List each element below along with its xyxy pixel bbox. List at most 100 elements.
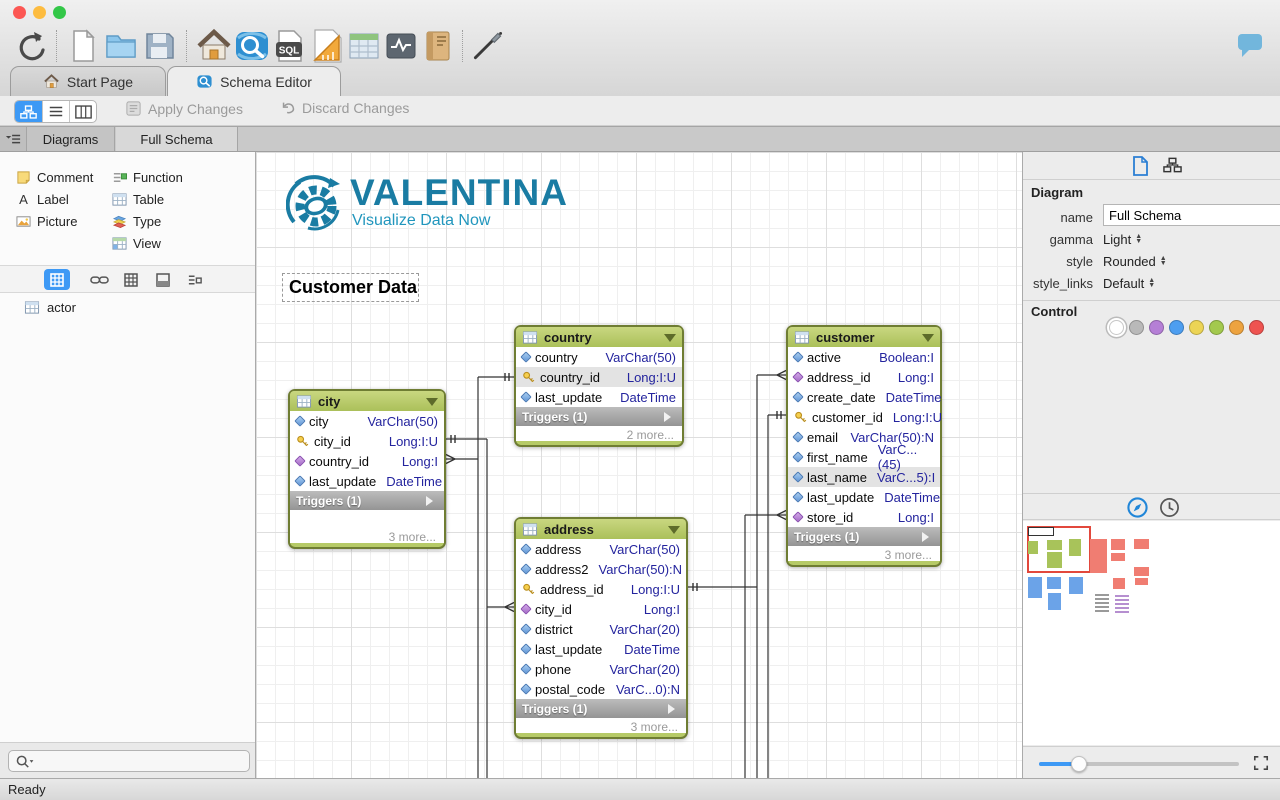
brush-icon[interactable] — [470, 28, 506, 64]
more-fields-link[interactable]: 3 more... — [516, 718, 686, 734]
diagram-name-input[interactable] — [1103, 204, 1280, 226]
collapse-caret-icon[interactable] — [922, 333, 934, 348]
field-row-create_date[interactable]: create_date DateTime — [788, 387, 942, 407]
links-filter-icon[interactable] — [86, 269, 112, 290]
table-header[interactable]: country — [516, 327, 682, 347]
tab-schema-editor[interactable]: Schema Editor — [167, 66, 341, 96]
palette-item-table[interactable]: Table — [112, 190, 164, 208]
undo-icon[interactable] — [14, 28, 50, 64]
palette-item-picture[interactable]: Picture — [16, 212, 77, 230]
diagram-table-city[interactable]: city city VarChar(50) city_id Long:I:U countr… — [288, 389, 446, 549]
diagram-table-country[interactable]: country country VarChar(50) country_id Long:… — [514, 325, 684, 447]
color-swatch-2[interactable] — [1149, 320, 1164, 335]
tab-diagrams[interactable]: Diagrams — [27, 127, 115, 151]
column-view-button[interactable] — [69, 101, 96, 122]
field-row-country[interactable]: country VarChar(50) — [516, 347, 682, 367]
tree-item-actor[interactable]: actor — [24, 300, 76, 315]
server-monitor-icon[interactable] — [383, 28, 419, 64]
color-swatch-7[interactable] — [1249, 320, 1264, 335]
style-links-dropdown[interactable]: Default ▲ ▼ — [1103, 276, 1155, 291]
field-row-city[interactable]: city VarChar(50) — [290, 411, 444, 431]
palette-item-comment[interactable]: Comment — [16, 168, 93, 186]
field-row-first_name[interactable]: first_name VarC...(45) — [788, 442, 940, 472]
field-row-store_id[interactable]: store_id Long:I — [788, 507, 940, 527]
clock-icon[interactable] — [1159, 497, 1180, 521]
field-row-last_update[interactable]: last_update DateTime — [788, 487, 940, 507]
home-icon[interactable] — [196, 28, 232, 64]
tab-start-page[interactable]: Start Page — [10, 66, 166, 96]
diagram-table-address[interactable]: address address VarChar(50) address2 VarChar… — [514, 517, 688, 739]
color-swatch-3[interactable] — [1169, 320, 1184, 335]
diagram-canvas[interactable]: VALENTINA Visualize Data Now Customer Da… — [256, 152, 1022, 778]
list-filter-icon[interactable] — [182, 269, 208, 290]
field-row-last_update[interactable]: last_update DateTime — [516, 387, 682, 407]
field-row-address_id[interactable]: address_id Long:I:U — [516, 579, 686, 599]
collapse-caret-icon[interactable] — [664, 333, 676, 348]
compass-icon[interactable] — [1127, 497, 1148, 521]
save-icon[interactable] — [141, 28, 177, 64]
field-row-city_id[interactable]: city_id Long:I:U — [290, 431, 444, 451]
chat-bubble-icon[interactable] — [1238, 34, 1262, 57]
palette-item-view[interactable]: View — [112, 234, 161, 252]
fit-to-window-icon[interactable] — [1253, 755, 1269, 774]
collapse-caret-icon[interactable] — [426, 397, 438, 412]
palette-item-type[interactable]: Type — [112, 212, 161, 230]
style-dropdown[interactable]: Rounded ▲ ▼ — [1103, 254, 1167, 269]
color-swatch-4[interactable] — [1189, 320, 1204, 335]
document-properties-icon[interactable] — [1131, 156, 1149, 179]
open-folder-icon[interactable] — [103, 28, 139, 64]
color-swatch-6[interactable] — [1229, 320, 1244, 335]
field-row-phone[interactable]: phone VarChar(20) — [516, 659, 686, 679]
hierarchy-icon[interactable] — [1163, 157, 1182, 176]
field-row-country_id[interactable]: country_id Long:I:U — [516, 367, 682, 387]
collapse-caret-icon[interactable] — [668, 525, 680, 540]
sql-editor-icon[interactable]: SQL — [272, 28, 308, 64]
zoom-window-button[interactable] — [53, 6, 66, 19]
more-fields-link[interactable]: 2 more... — [516, 426, 682, 442]
discard-changes-button[interactable]: Discard Changes — [280, 100, 409, 116]
field-row-country_id[interactable]: country_id Long:I — [290, 451, 444, 471]
book-icon[interactable] — [420, 28, 456, 64]
field-row-postal_code[interactable]: postal_code VarC...0):N — [516, 679, 686, 699]
minimap[interactable] — [1023, 521, 1280, 745]
color-swatch-1[interactable] — [1129, 320, 1144, 335]
list-view-button[interactable] — [42, 101, 69, 122]
field-row-last_name[interactable]: last_name VarC...5):I — [788, 467, 940, 487]
panel-filter-icon[interactable] — [150, 269, 176, 290]
close-window-button[interactable] — [13, 6, 26, 19]
field-row-address_id[interactable]: address_id Long:I — [788, 367, 940, 387]
more-fields-link[interactable]: 3 more... — [788, 546, 940, 562]
palette-item-function[interactable]: Function — [112, 168, 183, 186]
triggers-bar[interactable]: Triggers (1) — [290, 491, 444, 510]
panel-menu-icon[interactable] — [0, 127, 27, 151]
schema-editor-icon[interactable] — [234, 28, 270, 64]
palette-item-label[interactable]: A Label — [16, 190, 69, 208]
color-swatch-5[interactable] — [1209, 320, 1224, 335]
search-input[interactable] — [8, 750, 250, 772]
field-row-address2[interactable]: address2 VarChar(50):N — [516, 559, 686, 579]
tab-full-schema[interactable]: Full Schema — [116, 127, 238, 151]
table-header[interactable]: city — [290, 391, 444, 411]
apply-changes-button[interactable]: Apply Changes — [125, 100, 243, 117]
more-fields-link[interactable]: 3 more... — [290, 528, 444, 544]
field-row-last_update[interactable]: last_update DateTime — [290, 471, 444, 491]
zoom-slider-thumb[interactable] — [1071, 756, 1087, 772]
diagram-table-customer[interactable]: customer active Boolean:I address_id Long:I c… — [786, 325, 942, 567]
gamma-dropdown[interactable]: Light ▲ ▼ — [1103, 232, 1142, 247]
field-row-address[interactable]: address VarChar(50) — [516, 539, 686, 559]
grid-filter-icon[interactable] — [118, 269, 144, 290]
field-row-customer_id[interactable]: customer_id Long:I:U — [788, 407, 942, 427]
triggers-bar[interactable]: Triggers (1) — [516, 699, 686, 718]
diagram-text-label[interactable]: Customer Data — [282, 273, 419, 302]
tables-filter-icon[interactable] — [44, 269, 70, 290]
zoom-slider[interactable] — [1039, 756, 1239, 772]
color-swatch-0[interactable] — [1109, 320, 1124, 335]
field-row-active[interactable]: active Boolean:I — [788, 347, 940, 367]
table-header[interactable]: customer — [788, 327, 940, 347]
field-row-district[interactable]: district VarChar(20) — [516, 619, 686, 639]
field-row-last_update[interactable]: last_update DateTime — [516, 639, 686, 659]
table-data-icon[interactable] — [346, 28, 382, 64]
report-icon[interactable] — [309, 28, 345, 64]
field-row-city_id[interactable]: city_id Long:I — [516, 599, 686, 619]
minimize-window-button[interactable] — [33, 6, 46, 19]
